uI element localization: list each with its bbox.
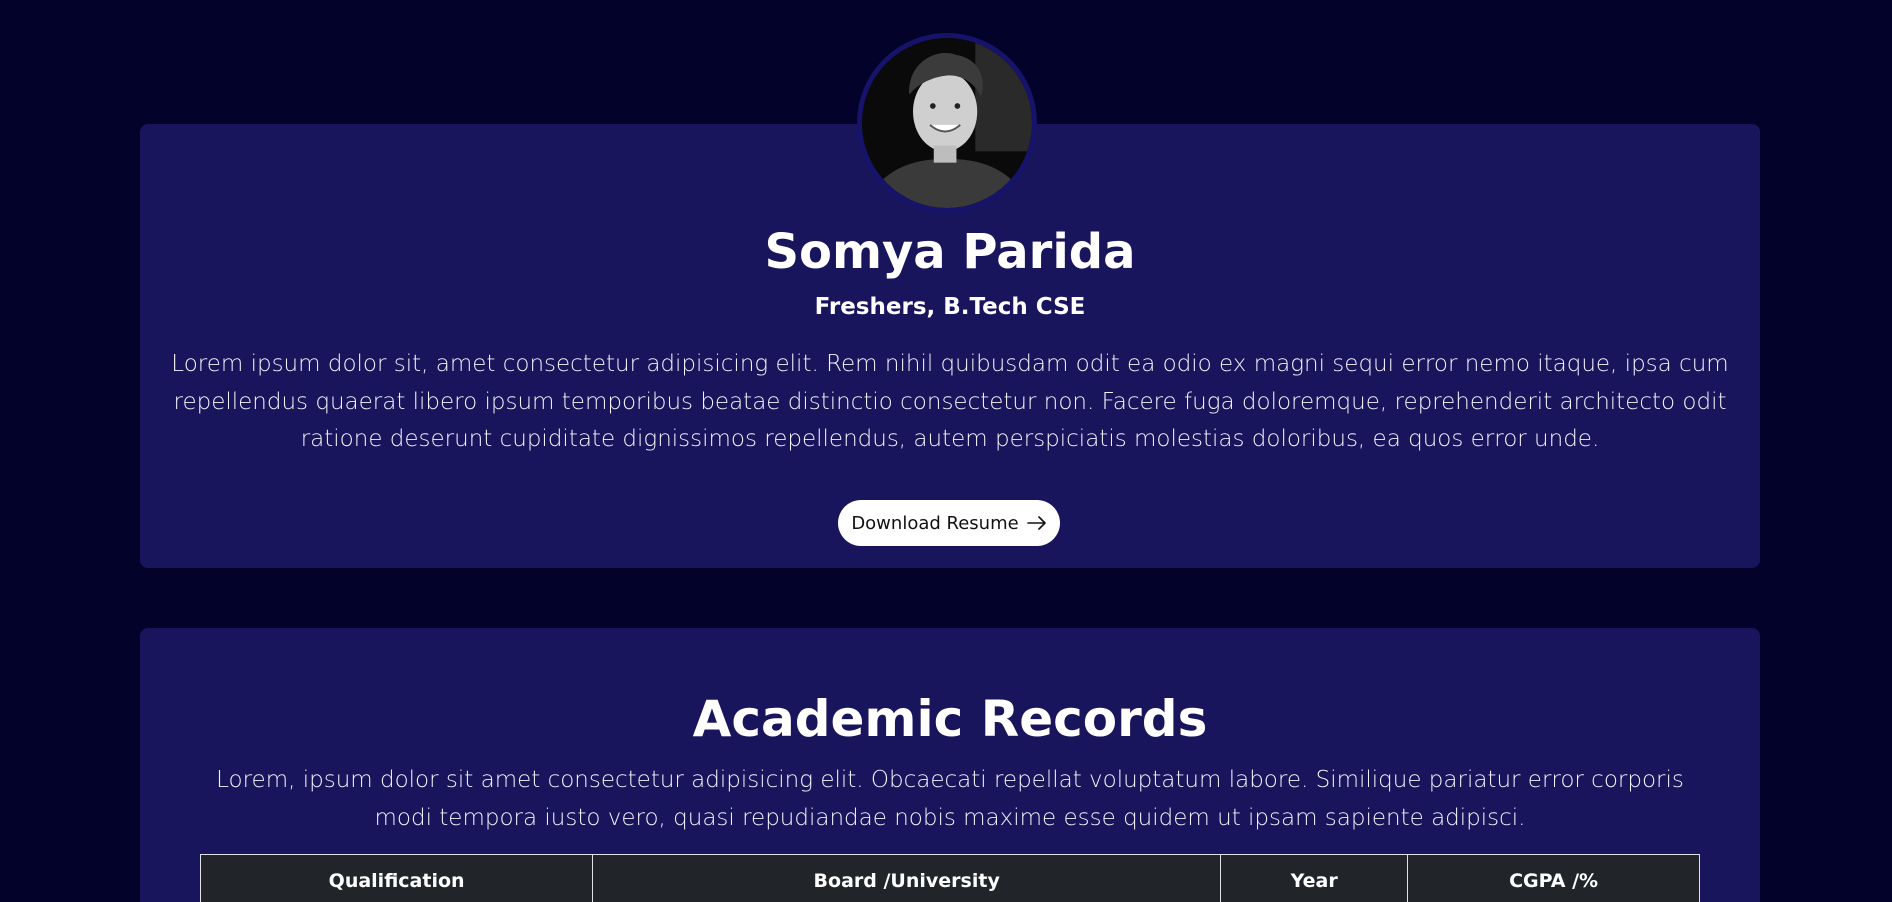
page: Somya Parida Freshers, B.Tech CSE Lorem … (0, 0, 1892, 902)
profile-name: Somya Parida (764, 224, 1136, 280)
table-header-board: Board /University (592, 854, 1222, 902)
avatar (857, 33, 1037, 213)
download-resume-label: Download Resume (851, 512, 1019, 534)
arrow-right-icon (1026, 513, 1047, 533)
table-header-row: Qualification Board /University Year CGP… (199, 854, 1700, 902)
table-header-year: Year (1220, 854, 1409, 902)
profile-role: Freshers, B.Tech CSE (814, 294, 1086, 320)
academic-records-card: Academic Records Lorem, ipsum dolor sit … (140, 628, 1760, 902)
academic-records-table: Qualification Board /University Year CGP… (199, 854, 1700, 902)
table-header-qualification: Qualification (199, 854, 594, 902)
profile-bio: Lorem ipsum dolor sit, amet consectetur … (171, 351, 1729, 452)
academic-records-title: Academic Records (692, 690, 1208, 748)
table-header-cgpa: CGPA /% (1407, 854, 1700, 902)
download-resume-button[interactable]: Download Resume (838, 500, 1060, 546)
profile-photo-icon (862, 38, 1032, 208)
academic-records-description: Lorem, ipsum dolor sit amet consectetur … (216, 767, 1684, 831)
